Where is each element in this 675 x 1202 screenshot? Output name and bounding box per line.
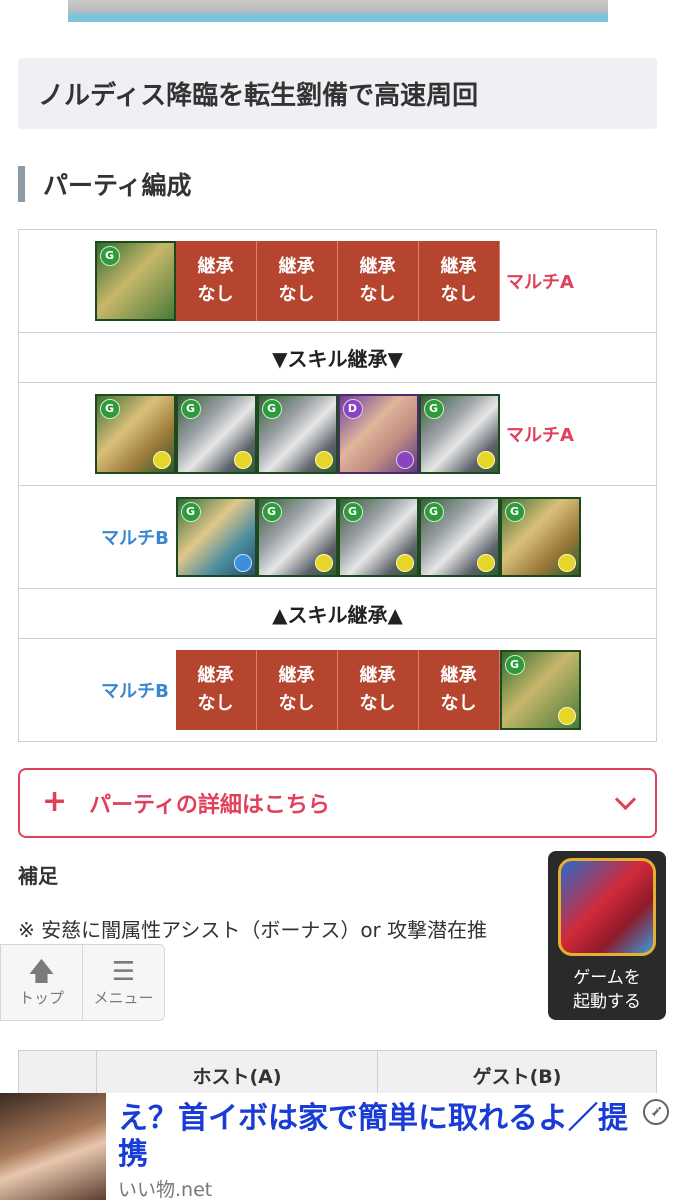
menu-button[interactable]: ☰ メニュー (82, 945, 164, 1020)
multi-a-label: マルチA (506, 425, 574, 446)
table-header-guest: ゲスト(B) (377, 1051, 656, 1099)
sub-attribute-icon (233, 451, 252, 469)
inherit-none-cell: 継承 なし (337, 650, 419, 730)
table-header-empty (19, 1051, 96, 1099)
wood-attribute-icon: G (423, 399, 444, 419)
multi-b-label: マルチB (101, 681, 169, 702)
wood-attribute-icon: G (504, 655, 525, 675)
monster-card-liu-bei[interactable]: G (94, 241, 176, 321)
floating-nav: 🡅 トップ ☰ メニュー (0, 944, 165, 1021)
party-row-b-assist: マルチB 継承 なし 継承 なし 継承 なし 継承 なし G (19, 639, 656, 741)
supplement-heading: 補足 (18, 864, 58, 888)
inherit-none-cell: 継承 なし (175, 650, 257, 730)
monster-card[interactable]: G (94, 394, 176, 474)
monster-card[interactable]: G (418, 394, 500, 474)
inherit-none-cell: 継承 なし (256, 650, 338, 730)
table-header-host: ホスト(A) (96, 1051, 377, 1099)
wood-attribute-icon: G (99, 246, 120, 266)
sub-attribute-icon (314, 451, 333, 469)
inherit-none-cell: 継承 なし (256, 241, 338, 321)
monster-card[interactable]: G (256, 394, 338, 474)
monster-card-liu-bei[interactable]: G (499, 650, 581, 730)
sub-attribute-icon (557, 554, 576, 572)
supplement-text: ※ 安慈に闇属性アシスト（ボーナス）or 攻撃潜在推 (18, 918, 488, 942)
hamburger-menu-icon: ☰ (111, 957, 136, 987)
plus-icon: + (42, 783, 68, 819)
ad-photo (0, 1093, 106, 1200)
wood-attribute-icon: G (261, 502, 282, 522)
launch-game-button[interactable]: ゲームを 起動する (548, 851, 666, 1020)
monster-card[interactable]: G (175, 394, 257, 474)
ad-source: いい物.net (118, 1179, 213, 1201)
sub-attribute-icon (557, 707, 576, 725)
top-label: トップ (18, 989, 64, 1007)
arrow-up-icon: 🡅 (28, 957, 55, 987)
party-row-a-team: G G G D G マルチA (19, 383, 656, 486)
ad-banner[interactable]: え？首イボは家で簡単に取れるよ／提携 いい物.net ℹ (0, 1093, 675, 1201)
monster-card[interactable]: G (499, 497, 581, 577)
inherit-none-cell: 継承 なし (175, 241, 257, 321)
back-to-top-button[interactable]: 🡅 トップ (1, 945, 82, 1020)
party-row-b-team: マルチB G G G G G (19, 486, 656, 589)
wood-attribute-icon: G (423, 502, 444, 522)
inherit-none-cell: 継承 なし (337, 241, 419, 321)
monster-card[interactable]: D (337, 394, 419, 474)
section-heading: パーティ編成 (18, 166, 192, 202)
monster-card[interactable]: G (175, 497, 257, 577)
skill-inherit-down-row: ▼スキル継承▼ (19, 333, 656, 383)
skill-inherit-up-row: ▲スキル継承▲ (19, 589, 656, 639)
party-table: G 継承 なし 継承 なし 継承 なし 継承 なし マルチA ▼スキル継承▼ G G G… (18, 229, 657, 742)
party-row-a-assist: G 継承 なし 継承 なし 継承 なし 継承 なし マルチA (19, 230, 656, 333)
ad-headline[interactable]: え？首イボは家で簡単に取れるよ／提携 (118, 1101, 648, 1173)
wood-attribute-icon: G (180, 502, 201, 522)
party-detail-accordion-button[interactable]: + パーティの詳細はこちら (18, 768, 657, 838)
article-title: ノルディス降臨を転生劉備で高速周回 (18, 58, 657, 129)
wood-attribute-icon: G (180, 399, 201, 419)
header-banner-image (68, 0, 608, 22)
sub-attribute-icon (476, 554, 495, 572)
inherit-none-cell: 継承 なし (418, 241, 500, 321)
sub-attribute-icon (152, 451, 171, 469)
sub-attribute-icon (395, 554, 414, 572)
menu-label: メニュー (93, 989, 154, 1007)
wood-attribute-icon: G (504, 502, 525, 522)
sub-attribute-icon (476, 451, 495, 469)
launch-game-label: ゲームを 起動する (573, 968, 641, 1012)
multi-b-label: マルチB (101, 528, 169, 549)
wood-attribute-icon: G (261, 399, 282, 419)
party-detail-label: パーティの詳細はこちら (89, 793, 330, 818)
chevron-down-icon (614, 788, 637, 810)
multi-a-label: マルチA (506, 272, 574, 293)
monster-card[interactable]: G (418, 497, 500, 577)
wood-attribute-icon: G (342, 502, 363, 522)
monster-card[interactable]: G (337, 497, 419, 577)
sub-attribute-icon (395, 451, 414, 469)
sub-attribute-icon (233, 554, 252, 572)
dark-attribute-icon: D (342, 399, 363, 419)
game-app-icon (558, 858, 656, 956)
monster-card[interactable]: G (256, 497, 338, 577)
inherit-none-cell: 継承 なし (418, 650, 500, 730)
wood-attribute-icon: G (99, 399, 120, 419)
sub-attribute-icon (314, 554, 333, 572)
